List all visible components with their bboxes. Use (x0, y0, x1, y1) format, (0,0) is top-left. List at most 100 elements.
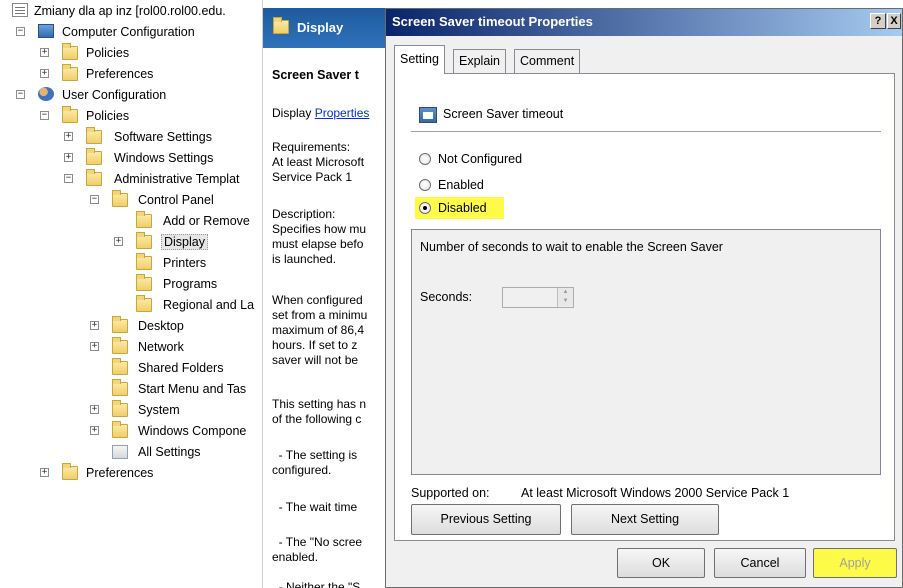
tab-explain[interactable]: Explain (453, 49, 506, 73)
tree-item-display[interactable]: + Display (0, 231, 262, 252)
setting-title: Screen Saver t (272, 68, 359, 82)
radio-enabled[interactable] (419, 179, 431, 191)
tree-item-user-preferences[interactable]: + Preferences (0, 462, 262, 483)
tree-item-regional[interactable]: Regional and La (0, 294, 262, 315)
spin-up-icon[interactable]: ▲ (558, 288, 573, 297)
folder-icon (136, 232, 152, 249)
expand-toggle[interactable]: + (40, 48, 49, 57)
folder-icon (86, 127, 102, 144)
tree-item-printers[interactable]: Printers (0, 252, 262, 273)
radio-disabled[interactable] (419, 202, 431, 214)
bullet-text: - Neither the "S (272, 580, 361, 588)
expand-toggle[interactable]: + (64, 132, 73, 141)
spinner-arrows[interactable]: ▲ ▼ (557, 288, 573, 307)
folder-icon (86, 148, 102, 165)
supported-on-label: Supported on: (411, 486, 490, 500)
folder-icon (136, 253, 152, 270)
extended-view-header: Display (263, 8, 386, 48)
tree-item-computer-configuration[interactable]: − Computer Configuration (0, 21, 262, 42)
tree-item-network[interactable]: + Network (0, 336, 262, 357)
expand-toggle[interactable]: + (40, 69, 49, 78)
document-icon (12, 3, 28, 17)
extended-view-pane: Display Screen Saver t Display Propertie… (262, 0, 386, 588)
radio-not-configured[interactable] (419, 153, 431, 165)
tree-item-user-configuration[interactable]: − User Configuration (0, 84, 262, 105)
collapse-toggle[interactable]: − (16, 27, 25, 36)
tree-item-administrative-templates[interactable]: − Administrative Templat (0, 168, 262, 189)
setting-effects-text: This setting has n of the following c (272, 397, 367, 426)
expand-toggle[interactable]: + (64, 153, 73, 162)
bullet-text: - The "No scree enabled. (272, 535, 363, 564)
policy-setting-icon (419, 107, 437, 123)
tab-setting[interactable]: Setting (394, 45, 445, 74)
collapse-toggle[interactable]: − (90, 195, 99, 204)
tree-item-add-or-remove[interactable]: Add or Remove (0, 210, 262, 231)
when-configured-text: When configured set from a minimu maximu… (272, 293, 368, 367)
tree-item-windows-components[interactable]: + Windows Compone (0, 420, 262, 441)
folder-icon (136, 295, 152, 312)
tree-item-start-menu[interactable]: Start Menu and Tas (0, 378, 262, 399)
properties-link[interactable]: Properties (315, 106, 370, 120)
tree-item-shared-folders[interactable]: Shared Folders (0, 357, 262, 378)
bullet-text: - The setting is configured. (272, 448, 358, 477)
collapse-toggle[interactable]: − (40, 111, 49, 120)
expand-toggle[interactable]: + (90, 405, 99, 414)
supported-on-value: At least Microsoft Windows 2000 Service … (521, 486, 790, 500)
dialog-title: Screen Saver timeout Properties (392, 14, 593, 29)
seconds-spinner[interactable]: ▲ ▼ (502, 287, 574, 308)
folder-icon (112, 358, 128, 375)
gpo-tree: Zmiany dla ap inz [rol00.rol00.edu. − Co… (0, 0, 262, 588)
cancel-button[interactable]: Cancel (714, 548, 806, 578)
previous-setting-button[interactable]: Previous Setting (411, 504, 561, 535)
expand-toggle[interactable]: + (114, 237, 123, 246)
policy-name: Screen Saver timeout (443, 107, 564, 121)
folder-icon (62, 463, 78, 480)
radio-label-enabled[interactable]: Enabled (438, 178, 484, 192)
folder-icon (273, 17, 289, 34)
tree-item-windows-settings[interactable]: + Windows Settings (0, 147, 262, 168)
folder-icon (62, 106, 78, 123)
radio-label-disabled[interactable]: Disabled (438, 201, 487, 215)
expand-toggle[interactable]: + (90, 321, 99, 330)
expand-toggle[interactable]: + (40, 468, 49, 477)
folder-icon (62, 43, 78, 60)
help-button[interactable]: ? (870, 13, 886, 29)
users-icon (38, 87, 54, 101)
bullet-text: - The wait time (272, 500, 358, 514)
tree-item-desktop[interactable]: + Desktop (0, 315, 262, 336)
tree-item-user-policies[interactable]: − Policies (0, 105, 262, 126)
tree-item-all-settings[interactable]: All Settings (0, 441, 262, 462)
properties-dialog: Screen Saver timeout Properties ? X Sett… (385, 8, 903, 588)
apply-button[interactable]: Apply (813, 548, 897, 578)
edit-policy-line: Display Properties (272, 106, 370, 120)
tree-item-computer-preferences[interactable]: + Preferences (0, 63, 262, 84)
tree-item-computer-policies[interactable]: + Policies (0, 42, 262, 63)
close-button[interactable]: X (887, 13, 901, 29)
next-setting-button[interactable]: Next Setting (571, 504, 719, 535)
tree-item-software-settings[interactable]: + Software Settings (0, 126, 262, 147)
tree-item-control-panel[interactable]: − Control Panel (0, 189, 262, 210)
tree-item-system[interactable]: + System (0, 399, 262, 420)
folder-icon (112, 400, 128, 417)
computer-icon (38, 24, 54, 38)
spin-down-icon[interactable]: ▼ (558, 297, 573, 306)
folder-icon (112, 337, 128, 354)
collapse-toggle[interactable]: − (64, 174, 73, 183)
folder-icon (136, 211, 152, 228)
expand-toggle[interactable]: + (90, 426, 99, 435)
tree-item-gpo-root[interactable]: Zmiany dla ap inz [rol00.rol00.edu. (0, 0, 262, 21)
radio-label-not-configured[interactable]: Not Configured (438, 152, 522, 166)
folder-icon (136, 274, 152, 291)
options-description: Number of seconds to wait to enable the … (420, 240, 723, 254)
folder-icon (112, 379, 128, 396)
folder-icon (62, 64, 78, 81)
tree-item-programs[interactable]: Programs (0, 273, 262, 294)
options-box: Number of seconds to wait to enable the … (411, 229, 881, 475)
seconds-label: Seconds: (420, 290, 473, 304)
tab-comment[interactable]: Comment (514, 49, 581, 73)
ok-button[interactable]: OK (617, 548, 705, 578)
collapse-toggle[interactable]: − (16, 90, 25, 99)
expand-toggle[interactable]: + (90, 342, 99, 351)
folder-icon (112, 421, 128, 438)
dialog-titlebar[interactable]: Screen Saver timeout Properties ? X (386, 9, 902, 36)
